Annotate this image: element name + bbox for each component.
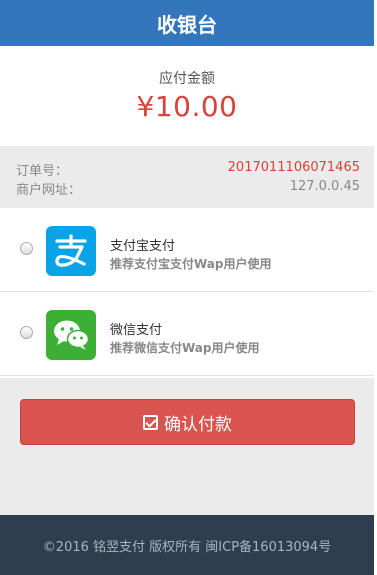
- wechat-icon: [46, 310, 96, 360]
- amount-panel: 应付金额 ¥10.00: [0, 46, 374, 146]
- confirm-payment-button[interactable]: 确认付款: [20, 399, 355, 445]
- confirm-payment-label: 确认付款: [164, 414, 232, 435]
- page-footer: ©2016 铭翌支付 版权所有 闽ICP备16013094号: [0, 515, 374, 575]
- payment-method-alipay[interactable]: 支付宝支付 推荐支付宝支付Wap用户使用: [0, 208, 374, 292]
- wechat-radio[interactable]: [20, 326, 33, 339]
- order-number-label: 订单号：: [16, 164, 69, 179]
- merchant-url-row: 商户网址： 127.0.0.45: [16, 179, 360, 198]
- wechat-title: 微信支付: [110, 323, 163, 338]
- order-number-row: 订单号： 2017011106071465: [16, 160, 360, 179]
- check-square-icon: [143, 414, 158, 430]
- order-number-value: 2017011106071465: [227, 160, 360, 175]
- payment-method-wechat[interactable]: 微信支付 推荐微信支付Wap用户使用: [0, 292, 374, 376]
- footer-copyright: ©2016 铭翌支付 版权所有 闽ICP备16013094号: [42, 539, 332, 555]
- payment-methods: 支付宝支付 推荐支付宝支付Wap用户使用 微信支付 推荐微信支付Wap用户使用: [0, 208, 374, 378]
- wechat-description: 推荐微信支付Wap用户使用: [110, 341, 260, 355]
- alipay-icon: [46, 226, 96, 276]
- merchant-url-label: 商户网址：: [16, 183, 82, 198]
- order-info: 订单号： 2017011106071465 商户网址： 127.0.0.45: [0, 146, 374, 208]
- amount-value: ¥10.00: [136, 90, 238, 123]
- amount-label: 应付金额: [159, 71, 215, 87]
- alipay-description: 推荐支付宝支付Wap用户使用: [110, 257, 272, 271]
- alipay-title: 支付宝支付: [110, 239, 176, 254]
- merchant-url-value: 127.0.0.45: [289, 179, 360, 194]
- page-header: 收银台: [0, 0, 374, 46]
- alipay-radio[interactable]: [20, 242, 33, 255]
- page-title: 收银台: [157, 12, 217, 37]
